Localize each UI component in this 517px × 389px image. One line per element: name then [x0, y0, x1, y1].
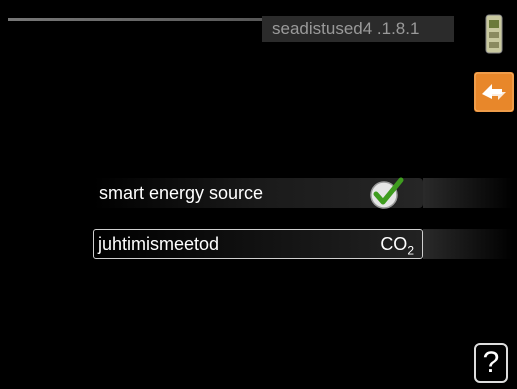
- scroll-position-icon: [485, 14, 503, 54]
- setting-row-juhtimismeetod[interactable]: juhtimismeetod CO2: [93, 229, 423, 259]
- menu-code-label: seadistused4 .1.8.1: [262, 16, 454, 42]
- checkmark-icon[interactable]: [369, 176, 405, 210]
- row-gradient-tail: [423, 229, 513, 259]
- header-divider-line: [8, 18, 278, 21]
- setting-value: CO2: [380, 234, 414, 258]
- row-gradient-tail: [423, 178, 513, 208]
- help-button[interactable]: ?: [474, 343, 508, 383]
- setting-label: juhtimismeetod: [98, 234, 220, 254]
- setting-label: smart energy source: [99, 183, 264, 203]
- settings-arrows-icon[interactable]: [474, 72, 514, 112]
